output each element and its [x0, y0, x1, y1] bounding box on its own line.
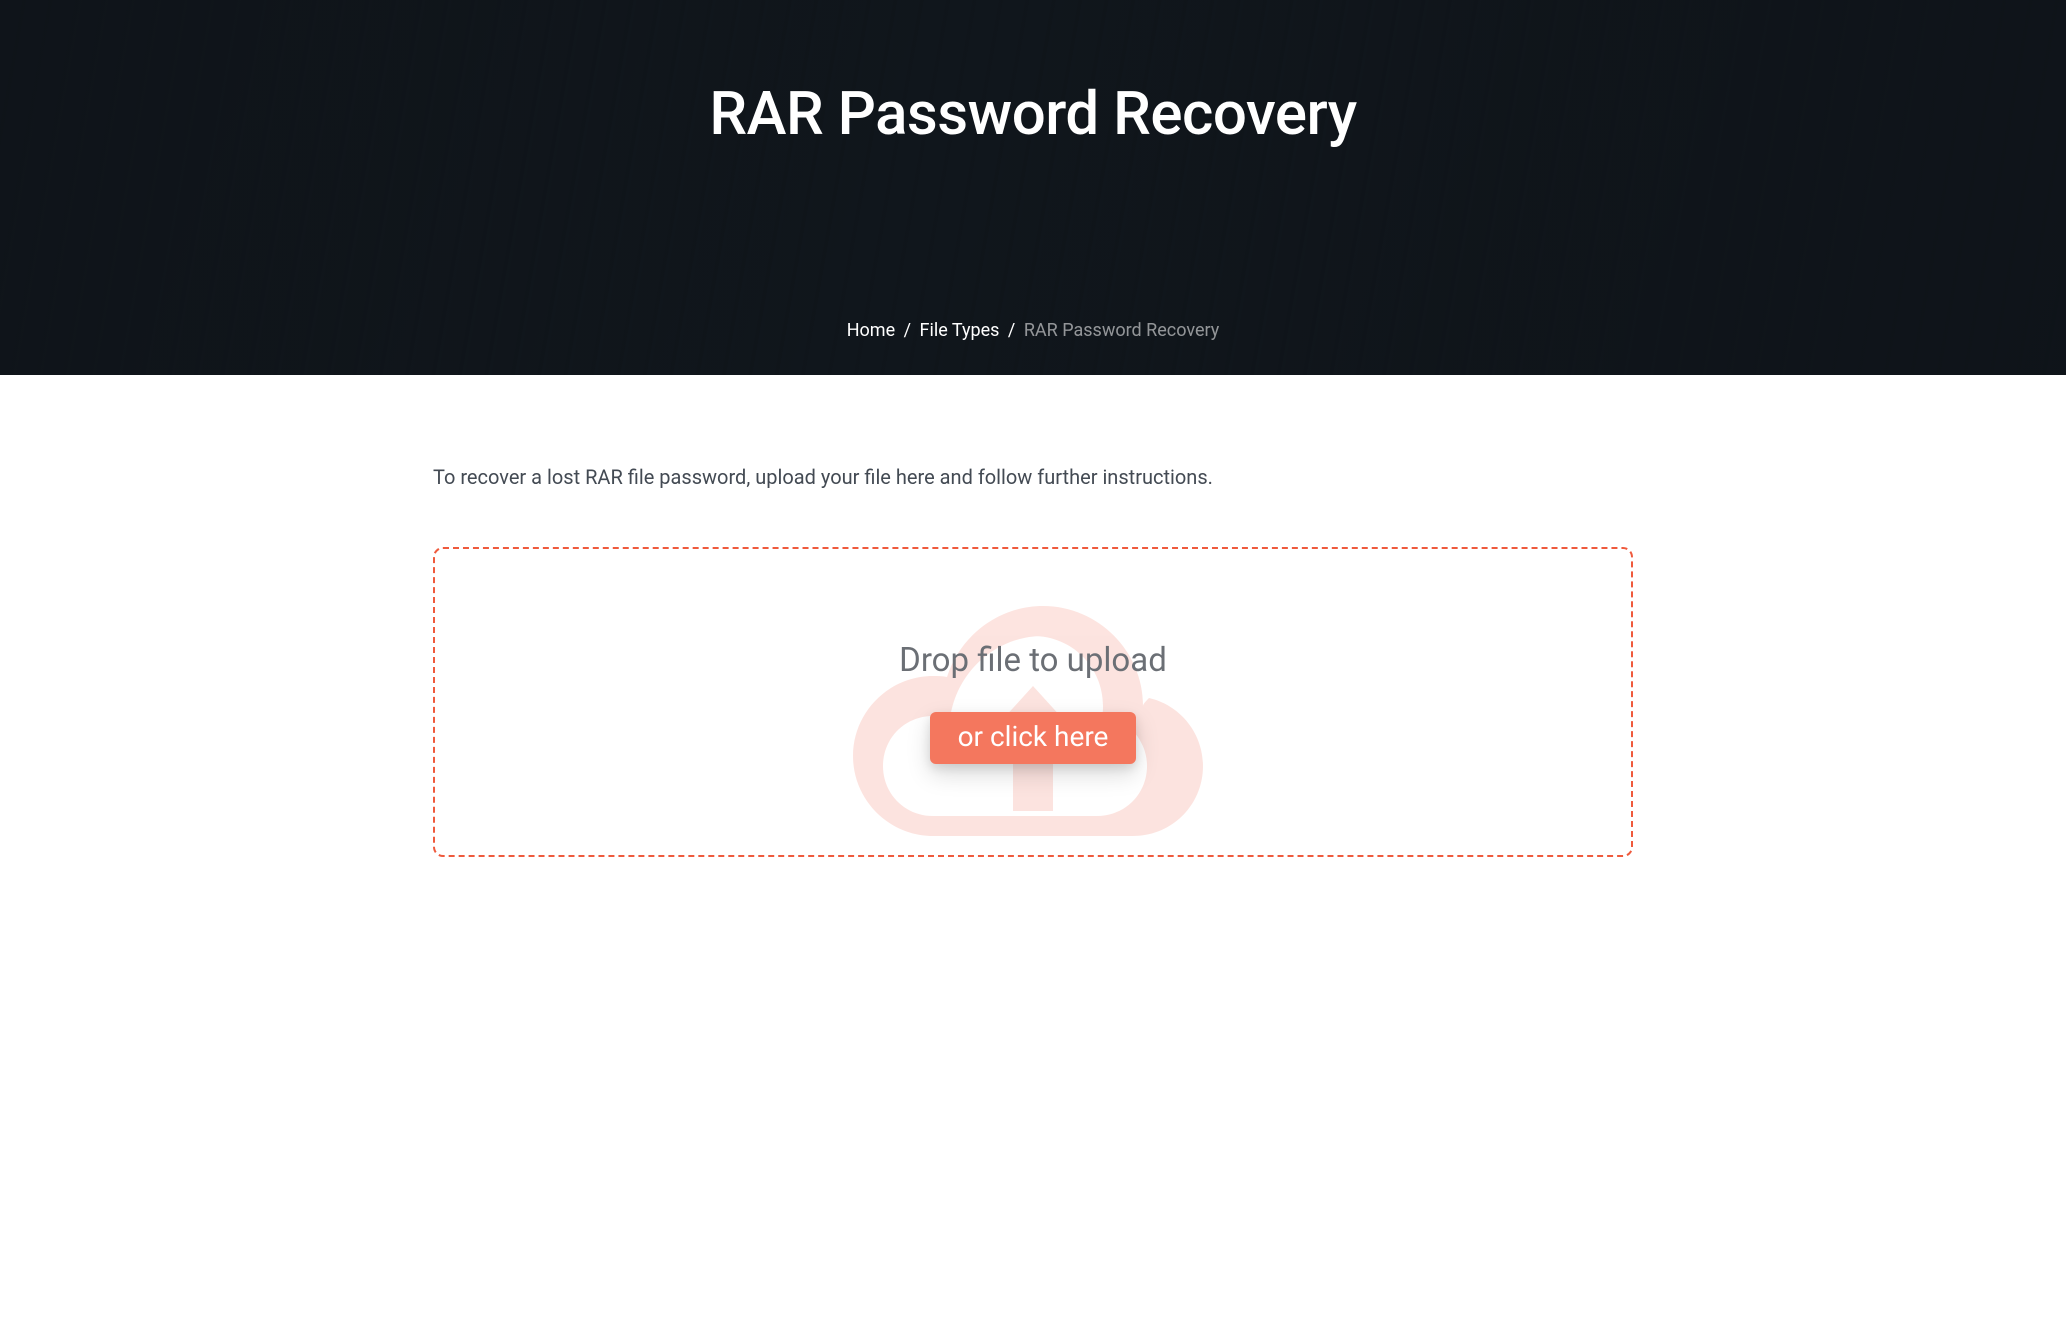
intro-text: To recover a lost RAR file password, upl…: [433, 465, 1633, 489]
breadcrumb-current: RAR Password Recovery: [1024, 320, 1219, 341]
dropzone-click-button[interactable]: or click here: [930, 712, 1137, 764]
breadcrumb-file-types-link[interactable]: File Types: [920, 320, 1000, 341]
breadcrumb-sep: /: [1008, 320, 1015, 341]
breadcrumb-home-link[interactable]: Home: [847, 320, 895, 341]
file-dropzone[interactable]: Drop file to upload or click here: [433, 547, 1633, 857]
main-content: To recover a lost RAR file password, upl…: [383, 375, 1683, 917]
hero-banner: RAR Password Recovery Home / File Types …: [0, 0, 2066, 375]
dropzone-drop-text: Drop file to upload: [899, 641, 1167, 680]
breadcrumb: Home / File Types / RAR Password Recover…: [0, 320, 2066, 341]
breadcrumb-sep: /: [904, 320, 911, 341]
page-title: RAR Password Recovery: [709, 78, 1356, 149]
